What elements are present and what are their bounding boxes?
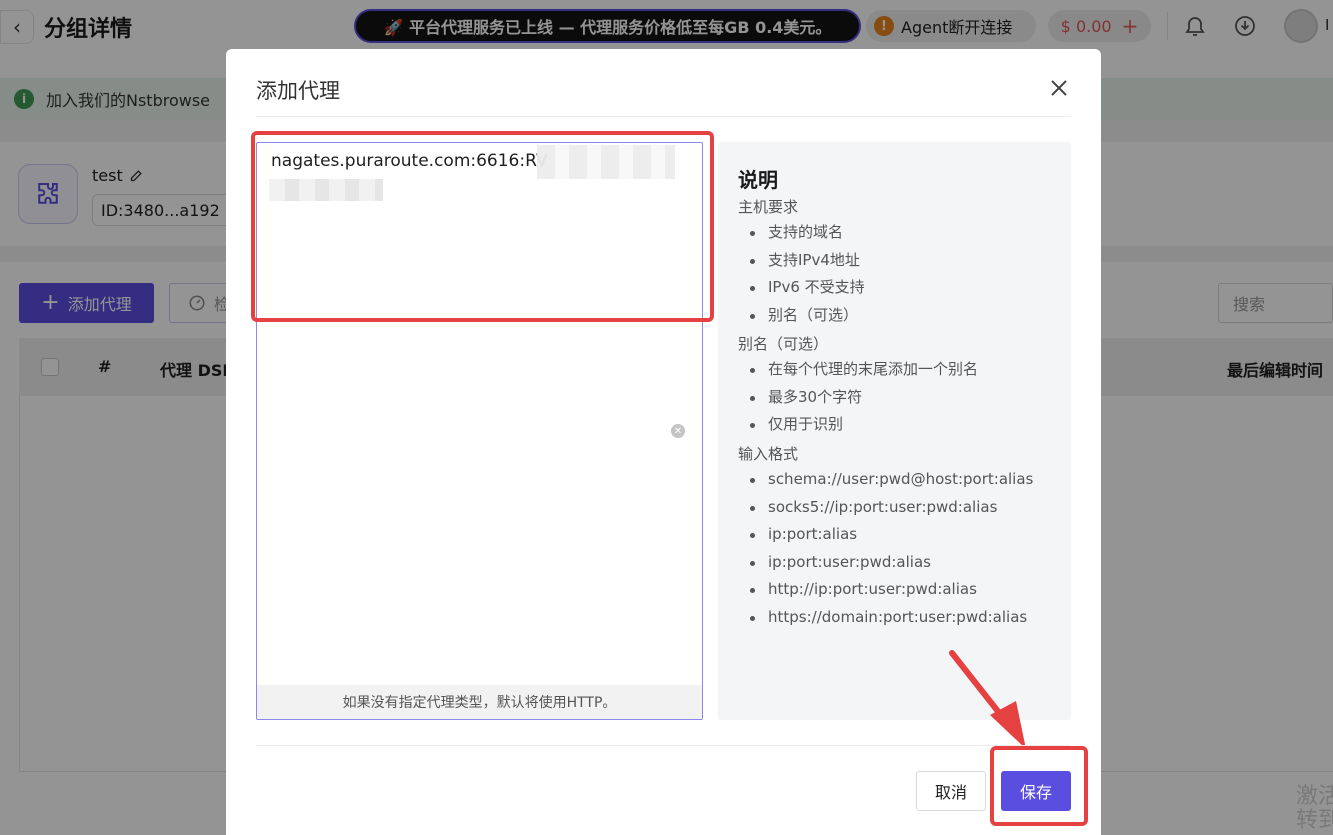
clear-icon[interactable]: ✕ xyxy=(671,424,685,438)
close-button[interactable] xyxy=(1044,73,1074,103)
divider xyxy=(256,116,1071,117)
dialog-title: 添加代理 xyxy=(256,79,340,103)
list-item: ip:port:alias xyxy=(748,521,1033,549)
host-requirements-list: 支持的域名 支持IPv4地址 IPv6 不受支持 别名（可选） xyxy=(748,219,865,329)
list-item: socks5://ip:port:user:pwd:alias xyxy=(748,494,1033,522)
list-item: 支持IPv4地址 xyxy=(748,247,865,275)
add-proxy-dialog: 添加代理 nagates.puraroute.com:6616:RV ✕ 如果没… xyxy=(226,49,1101,835)
list-item: http://ip:port:user:pwd:alias xyxy=(748,576,1033,604)
alias-list: 在每个代理的末尾添加一个别名 最多30个字符 仅用于识别 xyxy=(748,356,978,439)
alias-heading: 别名（可选） xyxy=(738,335,829,353)
highlight-box xyxy=(251,131,714,322)
list-item: 在每个代理的末尾添加一个别名 xyxy=(748,356,978,384)
cancel-button[interactable]: 取消 xyxy=(916,771,986,811)
list-item: IPv6 不受支持 xyxy=(748,274,865,302)
list-item: 支持的域名 xyxy=(748,219,865,247)
divider xyxy=(256,745,1071,746)
instructions-panel: 说明 主机要求 支持的域名 支持IPv4地址 IPv6 不受支持 别名（可选） … xyxy=(718,142,1071,720)
input-format-heading: 输入格式 xyxy=(738,445,799,463)
annotation-arrow-icon xyxy=(949,650,1026,749)
list-item: 别名（可选） xyxy=(748,302,865,330)
textarea-hint: 如果没有指定代理类型，默认将使用HTTP。 xyxy=(257,685,702,719)
list-item: ip:port:user:pwd:alias xyxy=(748,549,1033,577)
instructions-title: 说明 xyxy=(738,168,778,192)
host-requirements-heading: 主机要求 xyxy=(738,198,799,216)
input-format-list: schema://user:pwd@host:port:alias socks5… xyxy=(748,466,1033,631)
list-item: schema://user:pwd@host:port:alias xyxy=(748,466,1033,494)
list-item: 最多30个字符 xyxy=(748,384,978,412)
close-icon xyxy=(1051,80,1067,96)
highlight-box xyxy=(990,746,1088,826)
list-item: https://domain:port:user:pwd:alias xyxy=(748,604,1033,632)
list-item: 仅用于识别 xyxy=(748,411,978,439)
